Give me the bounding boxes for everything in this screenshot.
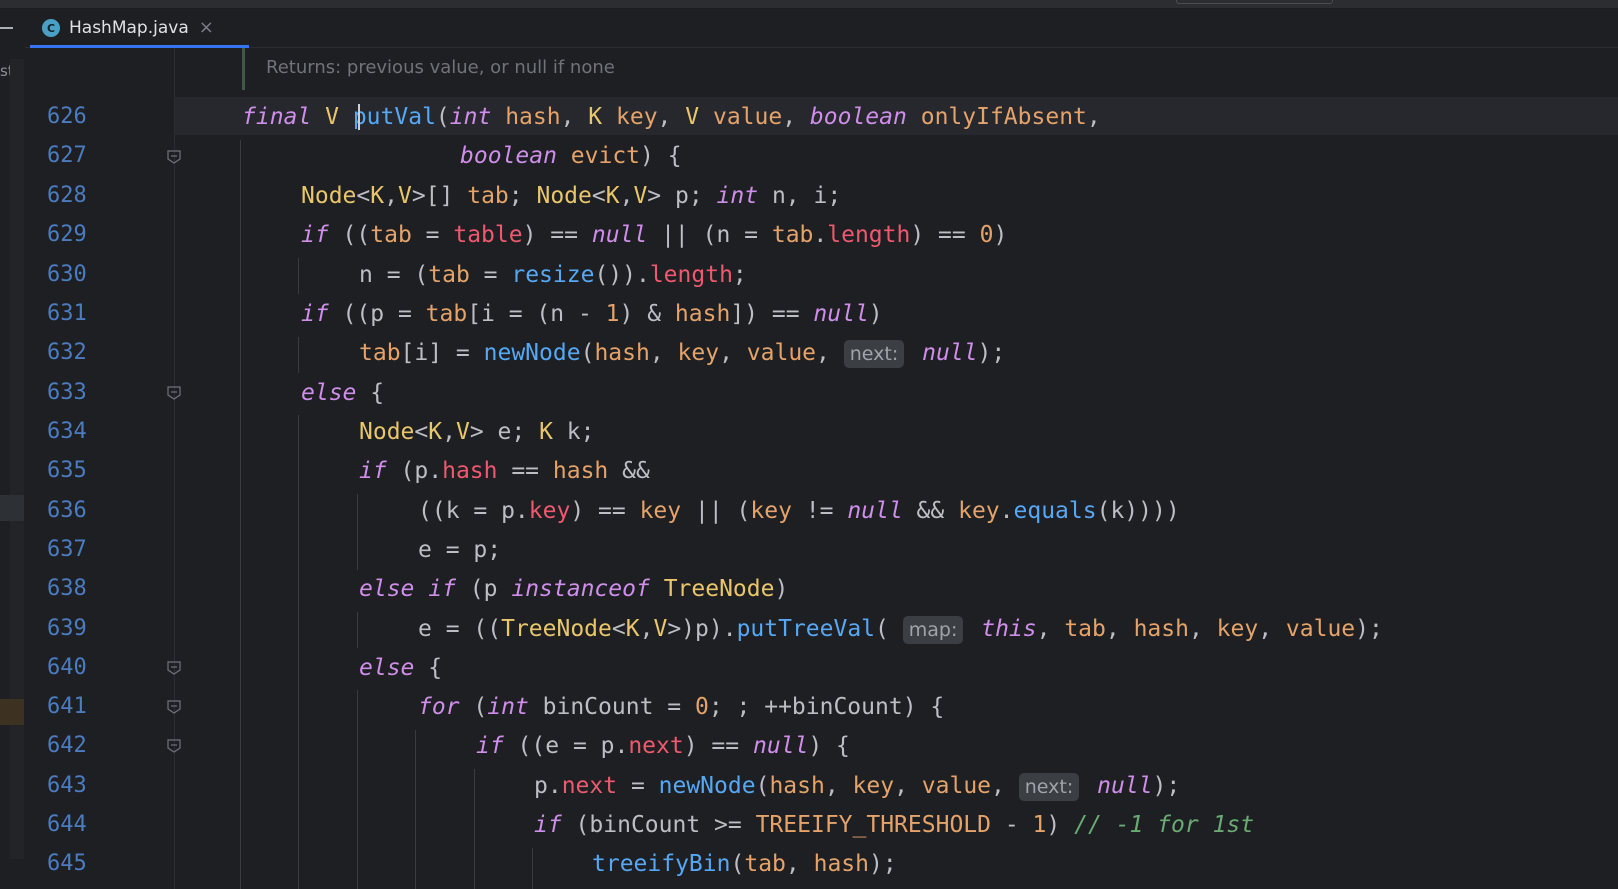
code-line[interactable]: ((k = p.key) == key || (key != null && k… [418, 497, 1180, 525]
code-line[interactable]: for (int binCount = 0; ; ++binCount) { [418, 693, 944, 721]
indent-guide [357, 494, 358, 570]
line-number[interactable]: 635 [47, 457, 107, 485]
fold-icon[interactable] [167, 739, 181, 753]
doc-hint[interactable]: Returns: previous value, or null if none [266, 57, 615, 78]
line-number[interactable]: 633 [47, 379, 107, 407]
editor-tab-bar: C HashMap.java × [25, 9, 1618, 48]
line-number[interactable]: 643 [47, 772, 107, 800]
java-class-icon: C [42, 19, 60, 37]
tab-label: HashMap.java [69, 18, 189, 38]
indent-guide [415, 730, 416, 889]
line-number[interactable]: 637 [47, 536, 107, 564]
toolbar-widget[interactable] [1176, 0, 1333, 4]
line-number[interactable]: 642 [47, 732, 107, 760]
line-number[interactable]: 645 [47, 850, 107, 878]
code-line[interactable]: if ((e = p.next) == null) { [476, 732, 850, 760]
indent-guide [474, 769, 475, 889]
code-line[interactable]: else if (p instanceof TreeNode) [359, 575, 788, 603]
parameter-hint: next: [1018, 773, 1080, 801]
line-number[interactable]: 644 [47, 811, 107, 839]
fold-icon[interactable] [167, 150, 181, 164]
parameter-hint: map: [902, 616, 964, 644]
fold-icon[interactable] [167, 386, 181, 400]
doc-hint-bar [242, 48, 245, 90]
code-line[interactable]: n = (tab = resize()).length; [359, 261, 747, 289]
title-bar [0, 0, 1618, 9]
code-line[interactable]: Node<K,V>[] tab; Node<K,V> p; int n, i; [301, 182, 841, 210]
code-line[interactable]: else { [301, 379, 384, 407]
minimize-icon[interactable] [0, 27, 13, 29]
line-number[interactable]: 638 [47, 575, 107, 603]
line-number[interactable]: 627 [47, 142, 107, 170]
line-number[interactable]: 631 [47, 300, 107, 328]
code-line[interactable]: tab[i] = newNode(hash, key, value, next:… [359, 339, 1005, 368]
line-number[interactable]: 636 [47, 497, 107, 525]
strip-highlight-warning [0, 699, 24, 725]
line-number[interactable]: 630 [47, 261, 107, 289]
code-line[interactable]: e = ((TreeNode<K,V>)p).putTreeVal( map: … [418, 615, 1383, 644]
indent-guide [532, 848, 533, 889]
line-number[interactable]: 641 [47, 693, 107, 721]
tool-window-strip: stal [0, 9, 26, 889]
fold-icon[interactable] [167, 700, 181, 714]
code-line[interactable]: if ((p = tab[i = (n - 1) & hash]) == nul… [301, 300, 883, 328]
code-line[interactable]: boolean evict) { [460, 142, 682, 170]
code-line[interactable]: final V putVal(int hash, K key, V value,… [242, 103, 1101, 131]
tab-hashmap-java[interactable]: C HashMap.java × [30, 9, 249, 48]
line-number[interactable]: 626 [47, 103, 107, 131]
code-line[interactable]: e = p; [418, 536, 501, 564]
line-number[interactable]: 639 [47, 615, 107, 643]
line-number[interactable]: 632 [47, 339, 107, 367]
parameter-hint: next: [843, 340, 905, 368]
strip-highlight [0, 495, 24, 521]
indent-guide [357, 690, 358, 889]
line-number[interactable]: 628 [47, 182, 107, 210]
code-line[interactable]: if (binCount >= TREEIFY_THRESHOLD - 1) /… [534, 811, 1254, 839]
fold-icon[interactable] [167, 661, 181, 675]
indent-guide [298, 258, 299, 294]
indent-guide [357, 612, 358, 648]
structure-panel-edge [10, 59, 24, 859]
code-line[interactable]: p.next = newNode(hash, key, value, next:… [534, 772, 1180, 801]
code-line[interactable]: else { [359, 654, 442, 682]
code-line[interactable]: Node<K,V> e; K k; [359, 418, 594, 446]
tool-window-label[interactable]: stal [0, 62, 10, 80]
code-line[interactable]: treeifyBin(tab, hash); [592, 850, 897, 878]
code-line[interactable]: if ((tab = table) == null || (n = tab.le… [301, 221, 1007, 249]
line-number[interactable]: 634 [47, 418, 107, 446]
line-number[interactable]: 629 [47, 221, 107, 249]
indent-guide [298, 337, 299, 373]
gutter-divider [174, 48, 175, 889]
line-number[interactable]: 640 [47, 654, 107, 682]
text-caret [358, 104, 360, 130]
indent-guide [240, 140, 241, 889]
close-icon[interactable]: × [199, 19, 214, 37]
code-line[interactable]: if (p.hash == hash && [359, 457, 650, 485]
indent-guide [298, 415, 299, 889]
